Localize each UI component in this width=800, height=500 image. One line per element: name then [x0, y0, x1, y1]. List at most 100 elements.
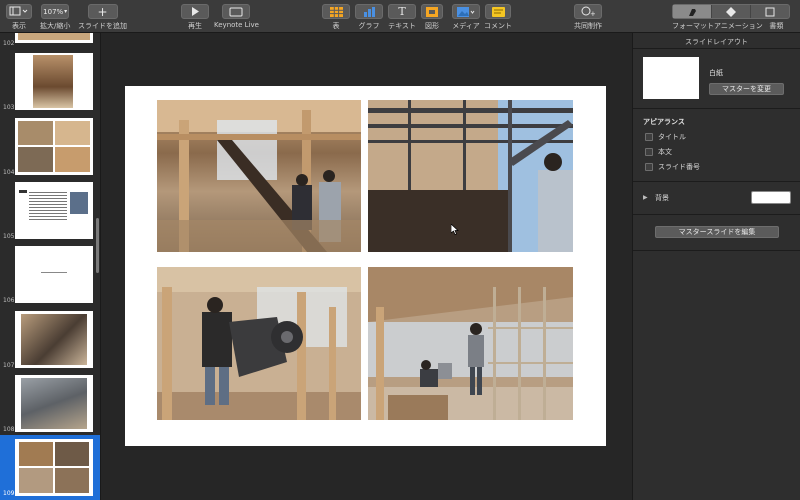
slide-thumbnail[interactable] — [15, 118, 93, 175]
comment-button[interactable] — [485, 4, 511, 19]
slide-thumbnail[interactable] — [15, 246, 93, 303]
photo-scaffold-workers[interactable] — [368, 267, 573, 420]
slide-number: 107 — [3, 362, 15, 369]
slide-number-checkbox-label: スライド番号 — [658, 163, 700, 171]
slide-number: 109 — [3, 490, 15, 497]
chart-button[interactable] — [355, 4, 383, 19]
change-master-button[interactable]: マスターを変更 — [709, 83, 784, 95]
play-control[interactable]: 再生 — [181, 4, 209, 31]
zoom-value: 107% — [43, 7, 64, 16]
keynote-live-button[interactable] — [222, 4, 251, 19]
text-control[interactable]: T テキスト — [388, 4, 416, 31]
slide-number: 103 — [3, 104, 15, 111]
master-name: 白紙 — [709, 69, 723, 77]
add-slide-label: スライドを追加 — [78, 22, 127, 30]
slide-number-checkbox[interactable] — [645, 163, 653, 171]
edit-master-slide-button[interactable]: マスタースライドを編集 — [655, 226, 779, 238]
tab-document[interactable] — [751, 5, 789, 18]
slide-thumbnail[interactable] — [15, 375, 93, 432]
slide-thumbnail[interactable] — [15, 33, 93, 43]
title-checkbox[interactable] — [645, 133, 653, 141]
slide-thumbnail[interactable] — [15, 439, 93, 496]
shape-control[interactable]: 図形 — [421, 4, 443, 31]
table-control[interactable]: 表 — [322, 4, 350, 31]
body-checkbox-row[interactable]: 本文 — [645, 147, 672, 157]
add-slide-control[interactable]: + スライドを追加 — [78, 4, 127, 31]
format-tab-label: フォーマット — [672, 22, 714, 30]
slide-number: 108 — [3, 426, 15, 433]
mouse-cursor-icon — [451, 224, 459, 235]
text-label: テキスト — [388, 22, 416, 30]
keynote-live-control[interactable]: Keynote Live — [214, 4, 259, 29]
background-color-well[interactable] — [751, 191, 791, 204]
animate-tab-label: アニメーション — [714, 22, 763, 30]
title-checkbox-label: タイトル — [658, 133, 686, 141]
keynote-live-label: Keynote Live — [214, 21, 259, 29]
tab-format[interactable] — [673, 5, 712, 18]
photo-carrying-machine-image — [157, 267, 361, 420]
shape-icon — [426, 6, 438, 17]
view-control[interactable]: 表示 — [6, 4, 32, 31]
master-thumbnail[interactable] — [643, 57, 699, 99]
add-slide-button[interactable]: + — [87, 4, 118, 19]
animate-diamond-icon — [726, 6, 736, 17]
play-button[interactable] — [181, 4, 209, 19]
body-checkbox-label: 本文 — [658, 148, 672, 156]
chevron-down-icon: ▾ — [64, 8, 68, 15]
disclosure-triangle-icon[interactable]: ▶ — [643, 194, 648, 201]
slide-thumbnail[interactable] — [15, 311, 93, 368]
chart-control[interactable]: グラフ — [355, 4, 383, 31]
table-label: 表 — [332, 22, 340, 30]
title-checkbox-row[interactable]: タイトル — [645, 132, 686, 142]
play-icon — [192, 7, 199, 16]
slide-number: 102 — [3, 40, 15, 47]
body-checkbox[interactable] — [645, 148, 653, 156]
slide-thumbnail[interactable] — [15, 53, 93, 110]
document-icon — [765, 7, 775, 16]
background-label: 背景 — [655, 194, 669, 202]
shape-button[interactable] — [421, 4, 443, 19]
slide-thumbnail[interactable] — [15, 182, 93, 239]
media-label: メディア — [452, 22, 480, 30]
table-icon — [329, 6, 343, 17]
collaborate-icon: + — [581, 6, 595, 17]
photo-carrying-machine[interactable] — [157, 267, 361, 420]
navigator-scrollbar[interactable] — [96, 218, 99, 273]
keynote-live-icon — [229, 7, 243, 16]
slide-navigator: 102 103 104 105 106 107 108 109 — [0, 33, 101, 500]
slide-number-checkbox-row[interactable]: スライド番号 — [645, 162, 700, 172]
tab-animate[interactable] — [712, 5, 751, 18]
collaborate-control[interactable]: + 共同制作 — [574, 4, 602, 31]
collaborate-button[interactable]: + — [574, 4, 602, 19]
text-icon: T — [398, 4, 406, 18]
view-button[interactable] — [6, 4, 32, 19]
collaborate-label: 共同制作 — [574, 22, 602, 30]
sidebar-view-icon — [9, 6, 28, 16]
svg-text:+: + — [590, 10, 595, 17]
table-button[interactable] — [322, 4, 350, 19]
view-label: 表示 — [12, 22, 26, 30]
slide-number: 105 — [3, 233, 15, 240]
comment-icon — [491, 6, 505, 17]
comment-label: コメント — [484, 22, 512, 30]
comment-control[interactable]: コメント — [484, 4, 512, 31]
photo-framing-stairs[interactable] — [157, 100, 361, 252]
play-label: 再生 — [188, 22, 202, 30]
divider — [633, 214, 800, 215]
zoom-control[interactable]: 107% ▾ 拡大/縮小 — [40, 4, 70, 31]
divider — [633, 108, 800, 109]
appearance-heading: アピアランス — [643, 118, 685, 126]
inspector-tabs — [672, 4, 790, 19]
slide-canvas — [102, 33, 632, 500]
chart-label: グラフ — [358, 22, 380, 30]
shape-label: 図形 — [425, 22, 439, 30]
format-brush-icon — [688, 8, 696, 16]
media-icon — [457, 6, 475, 17]
text-button[interactable]: T — [388, 4, 416, 19]
zoom-select[interactable]: 107% ▾ — [41, 4, 70, 19]
photo-plywood-wall[interactable] — [368, 100, 573, 252]
plus-icon: + — [97, 4, 108, 19]
media-button[interactable] — [452, 4, 480, 19]
current-slide[interactable] — [125, 86, 606, 446]
media-control[interactable]: メディア — [452, 4, 480, 31]
